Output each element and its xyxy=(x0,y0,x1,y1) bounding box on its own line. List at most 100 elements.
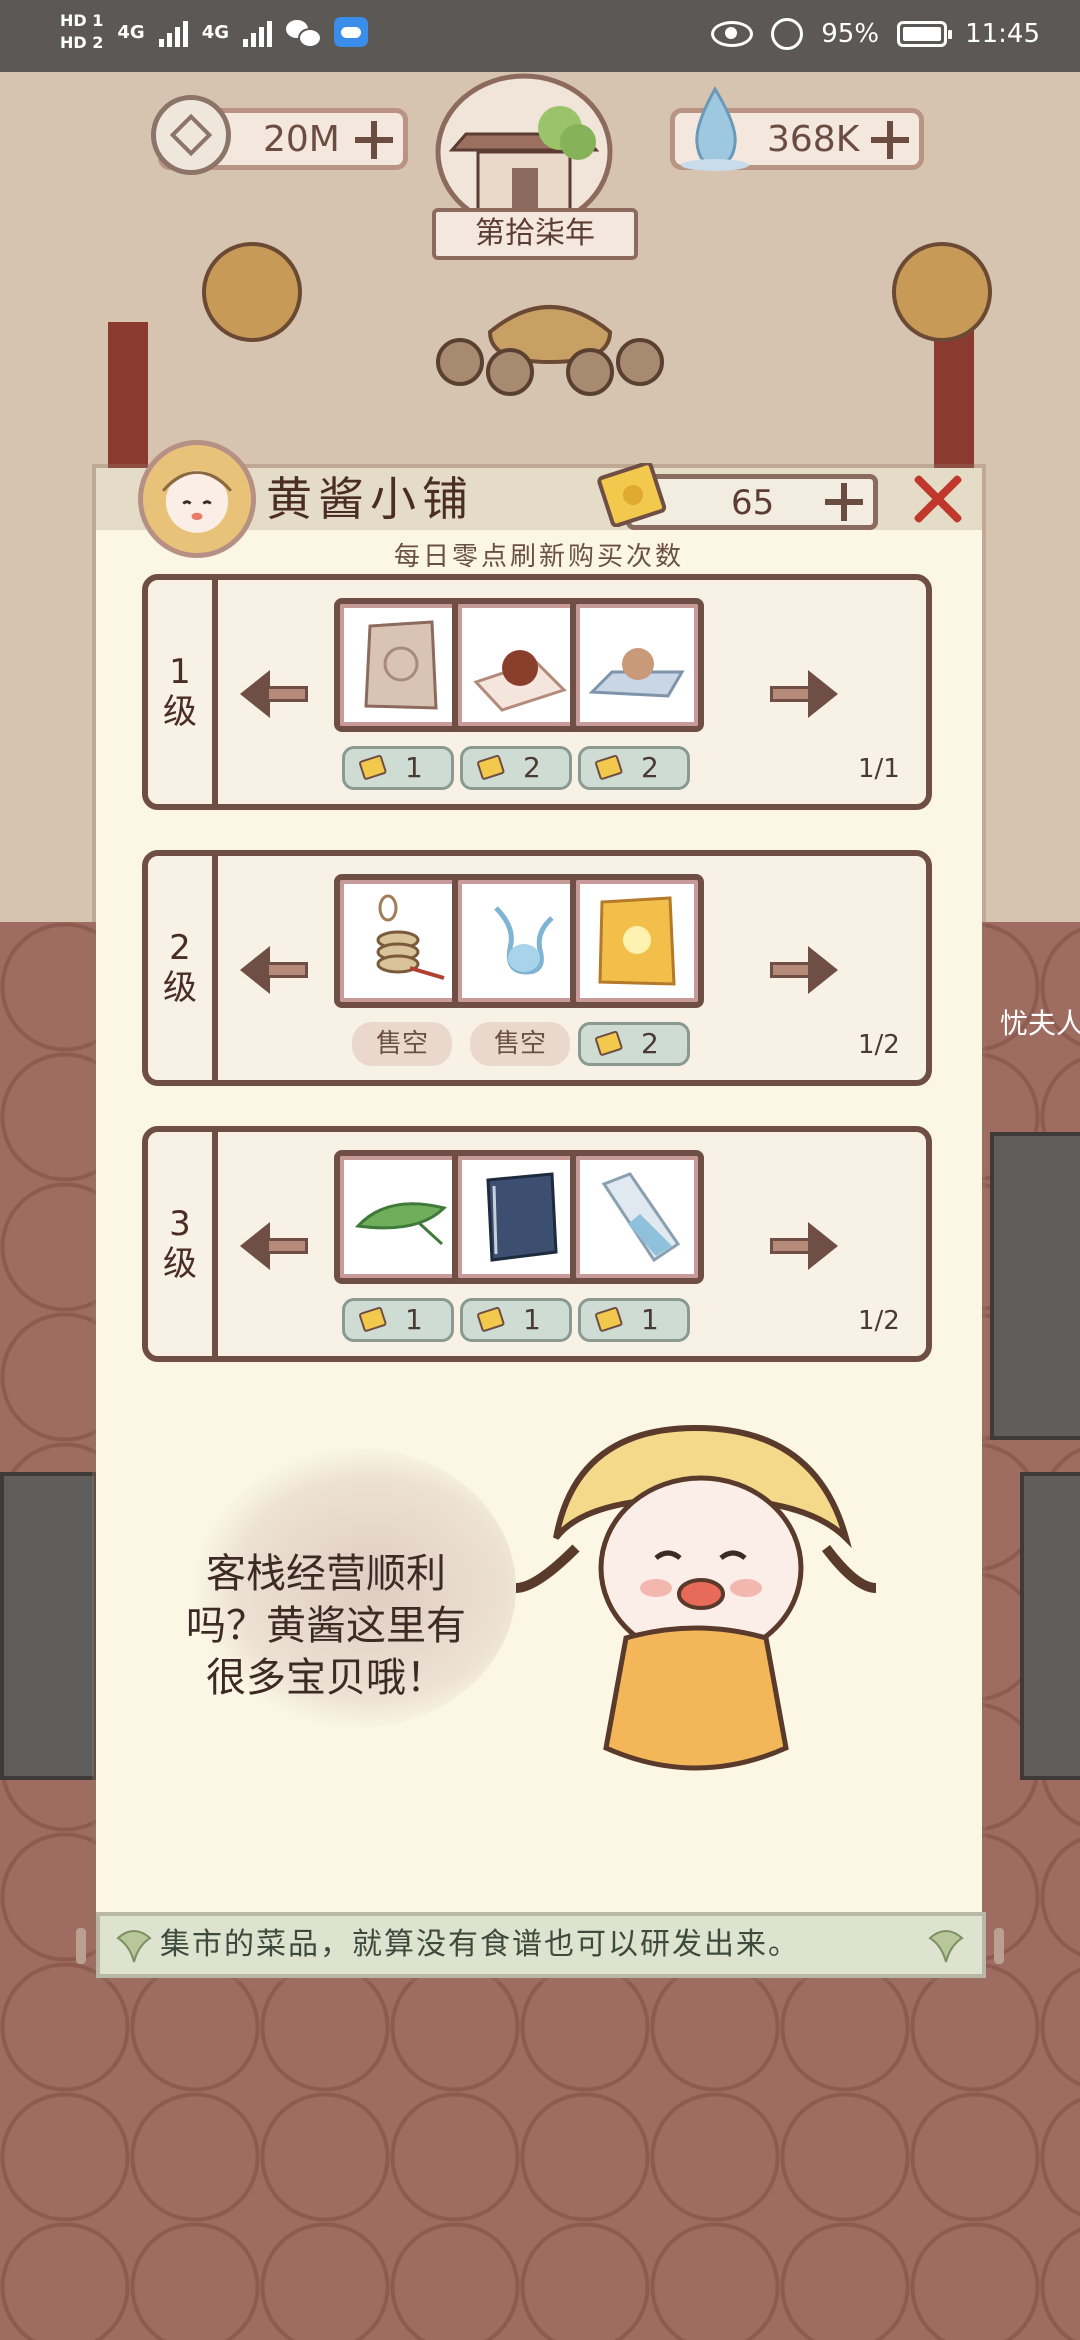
tier-1-row: 1 级 1 2 2 1/1 xyxy=(142,574,932,810)
water-drop-icon xyxy=(681,86,749,171)
network-type-1: 4G xyxy=(117,21,145,43)
dish-shelf-left xyxy=(0,1472,98,1780)
tier-3-item-2-price[interactable]: 1 xyxy=(460,1298,572,1342)
tier-2-item-1-soldout: 售空 xyxy=(352,1022,452,1066)
close-button[interactable] xyxy=(910,472,964,526)
coin-icon xyxy=(151,95,231,175)
tier-1-item-2[interactable] xyxy=(452,598,586,732)
tier-3-item-1-price[interactable]: 1 xyxy=(342,1298,454,1342)
ticket-icon xyxy=(477,1307,505,1332)
tier-3-item-2[interactable] xyxy=(452,1150,586,1284)
tier-2-row: 2 级 售空 售空 2 1/2 xyxy=(142,850,932,1086)
ticket-icon xyxy=(595,1031,623,1056)
status-bar: HD 1 HD 2 4G 4G 95% 11:45 xyxy=(0,0,1080,72)
water-counter[interactable]: 368K xyxy=(670,86,924,171)
tier-1-item-1[interactable] xyxy=(334,598,468,732)
tier-3-label: 3 级 xyxy=(148,1132,218,1356)
price-value: 1 xyxy=(523,1303,541,1336)
clock: 11:45 xyxy=(965,19,1040,49)
price-value: 1 xyxy=(641,1303,659,1336)
tier-1-item-1-price[interactable]: 1 xyxy=(342,746,454,790)
ticket-counter[interactable]: 65 xyxy=(597,463,878,530)
seed-packet-icon xyxy=(364,620,438,710)
tier-1-page: 1/1 xyxy=(858,754,900,784)
wechat-icon xyxy=(286,18,322,48)
gold-packet-icon xyxy=(598,896,676,986)
tier-2-prev-arrow-icon[interactable] xyxy=(240,946,310,994)
tier-2-page: 1/2 xyxy=(858,1030,900,1060)
tier-2-label: 2 级 xyxy=(148,856,218,1080)
tier-3-item-1[interactable] xyxy=(334,1150,468,1284)
tier-3-item-3[interactable] xyxy=(570,1150,704,1284)
spirit-water-icon xyxy=(494,906,554,975)
tier-1-item-3-price[interactable]: 2 xyxy=(578,746,690,790)
tier-2-number: 2 xyxy=(169,928,191,968)
year-label: 第拾柒年 xyxy=(432,208,638,260)
dish-shelf-right-lower xyxy=(1020,1472,1080,1780)
tier-1-label: 1 级 xyxy=(148,580,218,804)
status-right: 95% 11:45 xyxy=(711,18,1040,50)
tier-3-page: 1/2 xyxy=(858,1306,900,1336)
price-value: 1 xyxy=(405,1303,423,1336)
golden-ticket-icon xyxy=(597,463,667,527)
tier-2-item-3[interactable] xyxy=(570,874,704,1008)
tier-1-item-3[interactable] xyxy=(570,598,704,732)
tier-1-next-arrow-icon[interactable] xyxy=(768,670,838,718)
tiger-ornament-right xyxy=(892,242,992,342)
scroll-rod-right xyxy=(994,1928,1004,1964)
battery-percent: 95% xyxy=(821,19,880,49)
red-bean-icon xyxy=(473,650,567,712)
shop-panel: 黄酱小铺 65 每日零点刷新购买次数 1 级 1 2 2 1/1 2 级 售空 … xyxy=(96,440,982,1978)
tier-3-item-3-price[interactable]: 1 xyxy=(578,1298,690,1342)
price-value: 2 xyxy=(641,751,659,784)
ticket-icon xyxy=(477,755,505,780)
price-value: 1 xyxy=(405,751,423,784)
tier-2-item-3-price[interactable]: 2 xyxy=(578,1022,690,1066)
add-coins-icon[interactable] xyxy=(355,121,393,159)
ticket-icon xyxy=(595,1307,623,1332)
ticket-icon xyxy=(359,1307,387,1332)
tier-2-item-1[interactable] xyxy=(334,874,468,1008)
tier-1-item-2-price[interactable]: 2 xyxy=(460,746,572,790)
tier-1-number: 1 xyxy=(169,652,191,692)
ticket-value: 65 xyxy=(731,483,775,523)
dish-shelf-right xyxy=(990,1132,1080,1440)
pearl-on-plate-icon xyxy=(588,648,685,698)
tier-1-prev-arrow-icon[interactable] xyxy=(240,670,310,718)
tier-2-item-2[interactable] xyxy=(452,874,586,1008)
tip-text: 集市的菜品，就算没有食谱也可以研发出来。 xyxy=(160,1927,800,1962)
tier-3-number: 3 xyxy=(169,1204,191,1244)
tier-2-level-char: 级 xyxy=(163,968,197,1008)
coin-counter[interactable]: 20M xyxy=(151,95,408,175)
water-value: 368K xyxy=(767,119,860,160)
tier-2-next-arrow-icon[interactable] xyxy=(768,946,838,994)
tiger-ornament-left xyxy=(202,242,302,342)
cloud-icon xyxy=(334,17,368,47)
ginkgo-leaf-icon xyxy=(928,1930,964,1963)
scroll-rod-left xyxy=(76,1928,86,1964)
ginkgo-leaf-icon xyxy=(116,1930,152,1963)
price-value: 2 xyxy=(641,1027,659,1060)
tier-3-row: 3 级 1 1 1 1/2 xyxy=(142,1126,932,1362)
status-left: HD 1 HD 2 4G 4G xyxy=(60,10,368,54)
price-value: 2 xyxy=(523,751,541,784)
signal-icon-2 xyxy=(243,17,272,47)
tier-1-level-char: 级 xyxy=(163,692,197,732)
gold-ingot-ornament xyxy=(436,305,664,396)
alarm-icon xyxy=(771,18,804,50)
hd-indicator: HD 1 HD 2 xyxy=(60,10,103,54)
add-tickets-icon[interactable] xyxy=(825,483,863,521)
shopkeeper-mascot xyxy=(516,1424,876,1771)
hd2-label: HD 2 xyxy=(60,33,104,52)
tier-3-prev-arrow-icon[interactable] xyxy=(240,1222,310,1270)
speech-text: 客栈经营顺利 吗？黄酱这里有 很多宝贝哦！ xyxy=(156,1548,496,1704)
refresh-note: 每日零点刷新购买次数 xyxy=(393,542,684,572)
speech-line-3: 很多宝贝哦！ xyxy=(206,1655,446,1701)
ticket-icon xyxy=(595,755,623,780)
shop-title: 黄酱小铺 xyxy=(266,472,474,526)
npc-name-label: 忧夫人 xyxy=(1000,1007,1080,1040)
glass-bottle-icon xyxy=(601,1172,681,1263)
tier-3-level-char: 级 xyxy=(163,1244,197,1284)
tier-3-next-arrow-icon[interactable] xyxy=(768,1222,838,1270)
add-water-icon[interactable] xyxy=(871,121,909,159)
